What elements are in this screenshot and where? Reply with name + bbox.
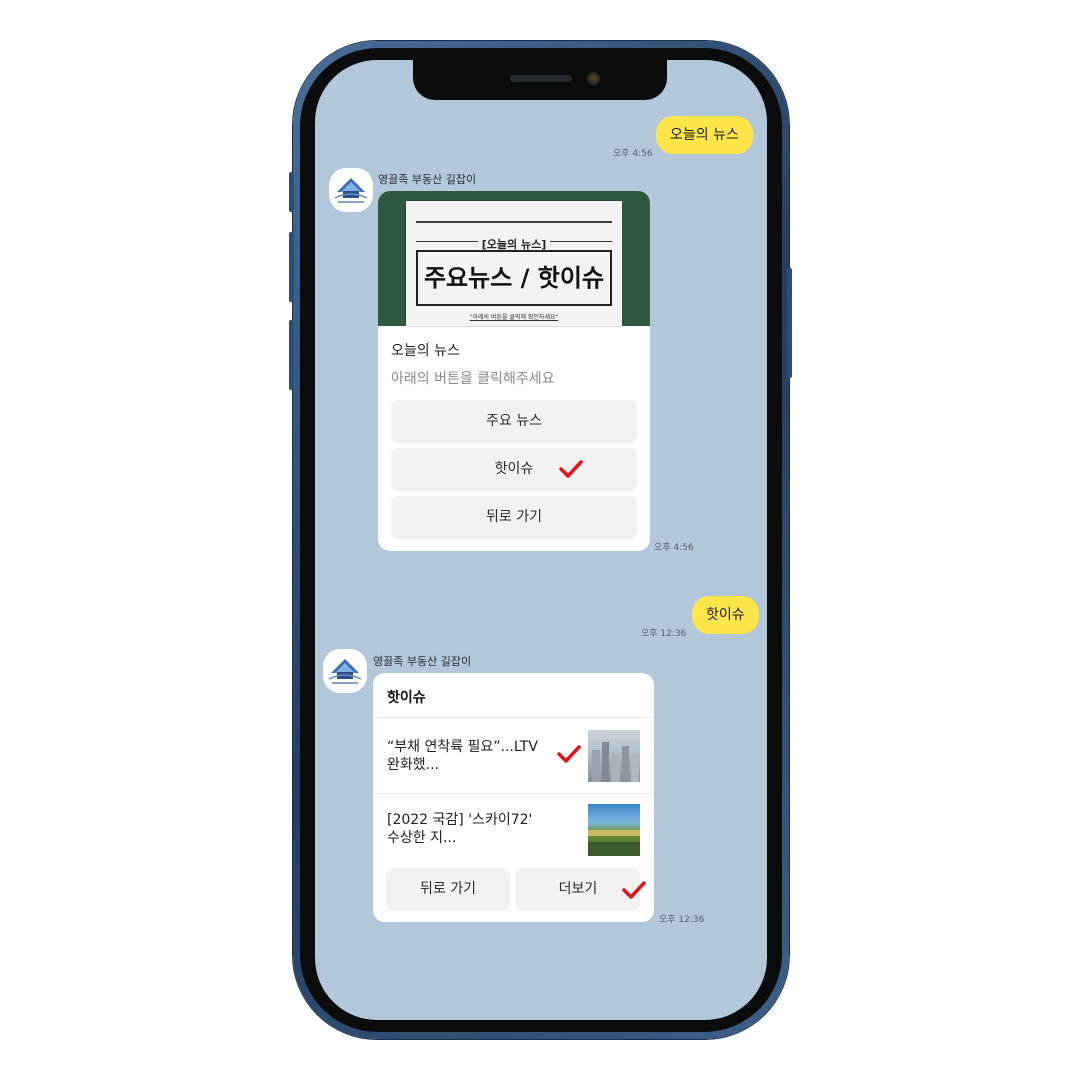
- message-time: 오후 4:56: [654, 543, 694, 553]
- check-icon: [557, 745, 581, 763]
- newspaper-graphic: [오늘의 뉴스] 주요뉴스 / 핫이슈 "아래의 버튼을 클릭해 확인하세요": [406, 201, 622, 326]
- card-banner-image[interactable]: [오늘의 뉴스] 주요뉴스 / 핫이슈 "아래의 버튼을 클릭해 확인하세요": [378, 191, 650, 326]
- my-message-bubble[interactable]: 핫이슈: [692, 596, 759, 634]
- list-item[interactable]: [2022 국감] '스카이72' 수상한 지...: [373, 794, 654, 868]
- chat-screen[interactable]: 오늘의 뉴스 오후 4:56 영끌족 부동산 길잡이 [오늘의 뉴스] 주요뉴스…: [315, 60, 767, 1020]
- message-time: 오후 12:36: [659, 915, 705, 925]
- volume-up-button: [289, 232, 294, 302]
- hot-issue-list-card: 핫이슈 “부채 연착륙 필요”...LTV 완화했... [2022 국감] '…: [373, 673, 654, 922]
- silent-switch: [289, 172, 294, 212]
- news-title-line1: [2022 국감] '스카이72': [387, 812, 533, 828]
- bot-avatar[interactable]: [323, 649, 367, 693]
- hot-issue-button[interactable]: 핫이슈: [391, 448, 637, 491]
- news-menu-card: [오늘의 뉴스] 주요뉴스 / 핫이슈 "아래의 버튼을 클릭해 확인하세요" …: [378, 191, 650, 551]
- back-button[interactable]: 뒤로 가기: [391, 496, 637, 539]
- check-icon: [559, 460, 583, 478]
- message-time: 오후 12:36: [641, 629, 687, 639]
- banner-title: 주요뉴스 / 핫이슈: [416, 250, 612, 306]
- list-header: 핫이슈: [387, 690, 426, 706]
- volume-down-button: [289, 320, 294, 390]
- hot-issue-label: 핫이슈: [494, 461, 534, 477]
- news-title-line1: “부채 연착륙 필요”...LTV: [387, 739, 538, 755]
- news-title-line2: 수상한 지...: [387, 830, 457, 846]
- back-button[interactable]: 뒤로 가기: [386, 868, 510, 911]
- card-description: 아래의 버튼을 클릭해주세요: [391, 371, 555, 387]
- avatar-logo-icon: [328, 659, 362, 684]
- more-label: 더보기: [558, 881, 598, 897]
- back-label: 뒤로 가기: [486, 509, 542, 525]
- divider: [416, 221, 612, 223]
- card-title: 오늘의 뉴스: [391, 343, 460, 359]
- message-time: 오후 4:56: [613, 149, 653, 159]
- check-icon: [622, 881, 646, 899]
- main-news-button[interactable]: 주요 뉴스: [391, 400, 637, 443]
- news-title-line2: 완화했...: [387, 757, 439, 773]
- list-item[interactable]: “부채 연착륙 필요”...LTV 완화했...: [373, 719, 654, 793]
- back-label: 뒤로 가기: [420, 881, 476, 897]
- more-button[interactable]: 더보기: [516, 868, 646, 911]
- news-thumbnail: [588, 804, 640, 856]
- bot-avatar[interactable]: [329, 168, 373, 212]
- main-news-label: 주요 뉴스: [486, 413, 542, 429]
- news-thumbnail: [588, 730, 640, 782]
- bot-name: 영끌족 부동산 길잡이: [378, 173, 477, 186]
- bot-name: 영끌족 부동산 길잡이: [373, 655, 472, 668]
- divider: [373, 717, 654, 718]
- my-message-bubble[interactable]: 오늘의 뉴스: [656, 116, 753, 154]
- speaker-grille: [510, 75, 572, 82]
- avatar-logo-icon: [334, 178, 368, 203]
- power-button: [787, 268, 792, 378]
- banner-subtitle: "아래의 버튼을 클릭해 확인하세요": [469, 314, 559, 321]
- camera-icon: [587, 72, 600, 85]
